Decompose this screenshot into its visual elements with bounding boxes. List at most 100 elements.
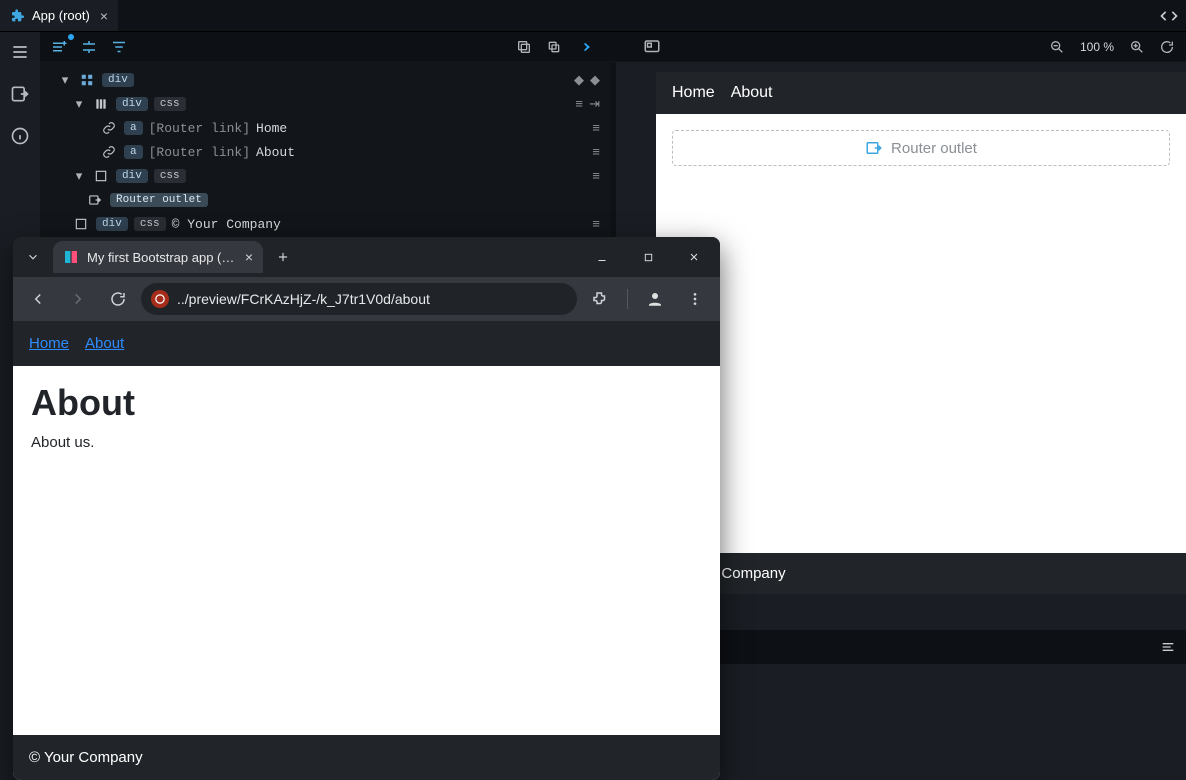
caret-down-icon[interactable]: ▾: [72, 97, 86, 111]
profile-icon[interactable]: [638, 282, 672, 316]
editor-toolbar: 100 %: [40, 32, 1186, 62]
address-bar[interactable]: [141, 283, 577, 315]
tree-action-arrow-icon[interactable]: ⇥: [589, 97, 600, 112]
tree-row-link-home[interactable]: a [Router link] Home ≡: [44, 116, 606, 140]
tree-action-lines-icon[interactable]: ≡: [592, 121, 600, 136]
preview-footer: © Your Company: [656, 553, 1186, 594]
window-minimize-icon[interactable]: [582, 243, 622, 271]
tree-text: © Your Company: [172, 217, 281, 232]
tree-row-nav[interactable]: ▾ div css ≡ ⇥: [44, 92, 606, 116]
box-icon: [72, 215, 90, 233]
designer-preview: Home About Router outlet © Your Company: [656, 72, 1186, 594]
tree-row-footer[interactable]: div css © Your Company ≡: [44, 212, 606, 236]
tag-pill: div: [96, 217, 128, 231]
tree-row-root[interactable]: ▾ div ◆ ◆: [44, 68, 606, 92]
browser-tab-close-icon[interactable]: ×: [245, 249, 253, 265]
browser-tabstrip: My first Bootstrap app (preview ×: [13, 237, 720, 277]
browser-reload-icon[interactable]: [101, 282, 135, 316]
tb-duplicate-icon[interactable]: [543, 36, 565, 58]
browser-tab[interactable]: My first Bootstrap app (preview ×: [53, 241, 263, 273]
columns-icon: [92, 95, 110, 113]
favicon-icon: [63, 249, 79, 265]
app-nav: Home About: [13, 321, 720, 366]
rail-export-icon[interactable]: [6, 80, 34, 108]
preview-nav-home[interactable]: Home: [672, 84, 715, 102]
rail-info-icon[interactable]: [6, 122, 34, 150]
address-input[interactable]: [177, 291, 567, 307]
console-lines-icon[interactable]: [1160, 639, 1176, 655]
browser-toolbar: [13, 277, 720, 321]
preview-footer-fragment: pany: [753, 565, 786, 582]
extensions-icon[interactable]: [583, 282, 617, 316]
editor-tabbar: App (root) ×: [0, 0, 1186, 32]
css-pill[interactable]: css: [154, 97, 186, 111]
tree-row-body[interactable]: ▾ div css ≡: [44, 164, 606, 188]
tb-run-arrow-icon[interactable]: [573, 36, 595, 58]
tag-pill: div: [116, 97, 148, 111]
tag-pill: div: [116, 169, 148, 183]
tb-zoom-out-icon[interactable]: [1046, 36, 1068, 58]
preview-body: Router outlet: [656, 114, 1186, 553]
tb-align-icon[interactable]: [78, 36, 100, 58]
editor-tab-app-root[interactable]: App (root) ×: [0, 0, 119, 31]
grid-icon: [78, 71, 96, 89]
app-footer: © Your Company: [13, 735, 720, 780]
tb-zoom-level: 100 %: [1080, 40, 1114, 54]
tree-action-lines-icon[interactable]: ≡: [592, 169, 600, 184]
attr-label: [Router link]: [149, 145, 250, 160]
browser-new-tab-icon[interactable]: [269, 243, 297, 271]
tag-pill: a: [124, 121, 143, 135]
browser-tab-title: My first Bootstrap app (preview: [87, 250, 237, 265]
browser-forward-icon[interactable]: [61, 282, 95, 316]
editor-tab-title: App (root): [32, 8, 90, 23]
box-icon: [92, 167, 110, 185]
css-pill[interactable]: css: [134, 217, 166, 231]
page-title: About: [31, 382, 702, 424]
browser-window: My first Bootstrap app (preview ×: [13, 237, 720, 780]
app-page: About About us.: [13, 366, 720, 735]
window-close-icon[interactable]: [674, 243, 714, 271]
router-outlet-placeholder[interactable]: Router outlet: [672, 130, 1170, 166]
tag-pill: div: [102, 73, 134, 87]
tb-viewport-icon[interactable]: [641, 36, 663, 58]
code-toggle-button[interactable]: [1152, 0, 1186, 31]
caret-down-icon[interactable]: ▾: [72, 169, 86, 183]
preview-nav-about[interactable]: About: [731, 84, 773, 102]
tb-copy-icon[interactable]: [513, 36, 535, 58]
link-icon: [100, 119, 118, 137]
browser-back-icon[interactable]: [21, 282, 55, 316]
tree-action-lines-icon[interactable]: ≡: [592, 217, 600, 232]
tb-filter-icon[interactable]: [108, 36, 130, 58]
preview-nav: Home About: [656, 72, 1186, 114]
toolbar-divider: [627, 289, 628, 309]
tree-text: Home: [256, 121, 287, 136]
outlet-icon: [86, 191, 104, 209]
tb-add-element-icon[interactable]: [48, 36, 70, 58]
tb-refresh-icon[interactable]: [1156, 36, 1178, 58]
router-outlet-pill: Router outlet: [110, 193, 208, 207]
link-icon: [100, 143, 118, 161]
caret-down-icon[interactable]: ▾: [58, 73, 72, 87]
browser-content: Home About About About us. © Your Compan…: [13, 321, 720, 780]
site-identity-icon[interactable]: [151, 290, 169, 308]
window-maximize-icon[interactable]: [628, 243, 668, 271]
tree-action-lines-icon[interactable]: ≡: [592, 145, 600, 160]
router-outlet-label: Router outlet: [891, 140, 977, 157]
browser-menu-icon[interactable]: [678, 282, 712, 316]
tree-action-lines-icon[interactable]: ≡: [575, 97, 583, 112]
tag-pill: a: [124, 145, 143, 159]
tab-search-dropdown-icon[interactable]: [19, 243, 47, 271]
app-nav-home[interactable]: Home: [29, 335, 69, 352]
css-pill[interactable]: css: [154, 169, 186, 183]
page-body: About us.: [31, 434, 702, 451]
app-nav-about[interactable]: About: [85, 335, 124, 352]
rail-tree-list-icon[interactable]: [6, 38, 34, 66]
attr-label: [Router link]: [149, 121, 250, 136]
tree-text: About: [256, 145, 295, 160]
tree-row-router-outlet[interactable]: Router outlet: [44, 188, 606, 212]
tree-action-style-icon[interactable]: ◆: [574, 73, 584, 88]
close-tab-icon[interactable]: ×: [100, 8, 108, 24]
tree-row-link-about[interactable]: a [Router link] About ≡: [44, 140, 606, 164]
tree-action-more-icon[interactable]: ◆: [590, 73, 600, 88]
tb-zoom-in-icon[interactable]: [1126, 36, 1148, 58]
